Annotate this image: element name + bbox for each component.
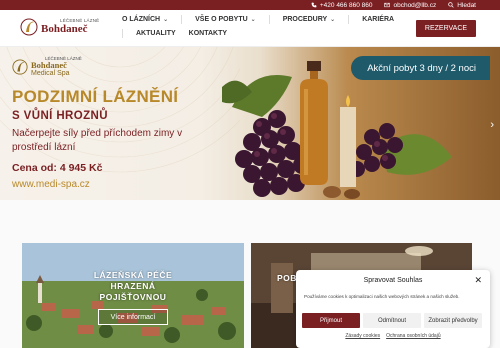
search-icon <box>448 2 454 8</box>
close-icon[interactable]: ✕ <box>474 275 482 286</box>
preferences-button[interactable]: Zobrazit předvolby <box>424 313 482 328</box>
logo-name: Bohdaneč <box>41 22 88 35</box>
cookie-consent-modal: Spravovat Souhlas ✕ Používáme cookies k … <box>296 270 490 348</box>
nav-divider <box>122 29 123 38</box>
nav-label: O LÁZNÍCH <box>122 16 161 23</box>
main-nav: O LÁZNÍCH ⌄ VŠE O POBYTU ⌄ PROCEDURY ⌄ KARI… <box>122 15 402 38</box>
top-bar: +420 466 860 860 obchod@llb.cz Hledat <box>0 0 500 10</box>
chevron-down-icon: ⌄ <box>163 17 169 23</box>
hero-price: Cena od: 4 945 Kč <box>12 162 103 174</box>
deny-button[interactable]: Odmítnout <box>363 313 421 328</box>
nav-label: VŠE O POBYTU <box>195 16 248 23</box>
hero-banner[interactable]: LÉČEBNÉ LÁZNĚ Bohdaneč Medical Spa Akční… <box>0 47 500 200</box>
accept-button[interactable]: Přijmout <box>302 313 360 328</box>
heron-logo-icon <box>20 18 38 36</box>
insurance-card-title: LÁZEŇSKÁ PÉČE HRAZENÁ POJIŠŤOVNOU <box>93 270 173 302</box>
phone-icon <box>311 2 317 8</box>
hero-subtitle: S VŮNÍ HROZNŮ <box>12 110 108 122</box>
email-text: obchod@llb.cz <box>393 1 437 9</box>
nav-divider <box>181 15 183 24</box>
nav-aktuality[interactable]: AKTUALITY <box>136 29 176 38</box>
hero-website[interactable]: www.medi-spa.cz <box>12 179 90 190</box>
nav-o-laznich[interactable]: O LÁZNÍCH ⌄ <box>122 15 168 24</box>
promo-badge: Akční pobyt 3 dny / 2 noci <box>351 56 490 80</box>
chevron-right-icon[interactable]: › <box>490 119 494 131</box>
heron-logo-icon <box>12 59 28 75</box>
cookie-title: Spravovat Souhlas <box>363 277 423 284</box>
hero-description: Načerpejte síly před příchodem zimy v pr… <box>12 128 183 153</box>
phone-text: +420 466 860 860 <box>319 1 373 9</box>
nav-label: KARIÉRA <box>362 16 395 23</box>
chevron-down-icon: ⌄ <box>330 17 336 23</box>
cookie-policy-link[interactable]: Zásady cookies <box>345 333 380 339</box>
insurance-card[interactable]: LÁZEŇSKÁ PÉČE HRAZENÁ POJIŠŤOVNOU Více i… <box>22 243 244 348</box>
email-link[interactable]: obchod@llb.cz <box>384 2 436 9</box>
nav-procedury[interactable]: PROCEDURY ⌄ <box>283 15 336 24</box>
nav-label: KONTAKTY <box>188 30 228 37</box>
phone-link[interactable]: +420 466 860 860 <box>311 1 373 9</box>
hero-logo-name: Bohdaneč <box>31 60 67 71</box>
nav-label: AKTUALITY <box>136 30 176 37</box>
hero-title: PODZIMNÍ LÁZNĚNÍ <box>12 87 179 106</box>
hero-logo-tagline: Medical Spa <box>31 70 70 78</box>
nav-label: PROCEDURY <box>282 16 328 23</box>
chevron-down-icon: ⌄ <box>250 17 256 23</box>
page: +420 466 860 860 obchod@llb.cz Hledat LÉ… <box>0 0 500 348</box>
cookie-links: Zásady cookies Ochrana osobních údajů <box>296 333 490 339</box>
nav-divider <box>268 15 270 24</box>
privacy-policy-link[interactable]: Ochrana osobních údajů <box>386 333 440 339</box>
nav-vse-o-pobytu[interactable]: VŠE O POBYTU ⌄ <box>195 15 256 24</box>
nav-kontakty[interactable]: KONTAKTY <box>189 29 227 38</box>
hero-logo: LÉČEBNÉ LÁZNĚ Bohdaneč Medical Spa <box>12 56 82 78</box>
nav-divider <box>348 15 350 24</box>
search-link[interactable]: Hledat <box>448 2 476 9</box>
more-info-button[interactable]: Více informací <box>98 309 168 325</box>
envelope-icon <box>384 2 391 8</box>
cookie-text: Používáme cookies k optimalizaci našich … <box>304 294 460 299</box>
site-logo[interactable]: LÉČEBNÉ LÁZNĚ Bohdaneč <box>20 15 99 39</box>
search-text: Hledat <box>457 1 476 9</box>
cookie-buttons: Přijmout Odmítnout Zobrazit předvolby <box>302 313 482 328</box>
nav-kariera[interactable]: KARIÉRA <box>362 15 394 24</box>
site-header: LÉČEBNÉ LÁZNĚ Bohdaneč O LÁZNÍCH ⌄ VŠE O … <box>0 10 500 47</box>
reservation-button[interactable]: REZERVACE <box>416 20 476 37</box>
